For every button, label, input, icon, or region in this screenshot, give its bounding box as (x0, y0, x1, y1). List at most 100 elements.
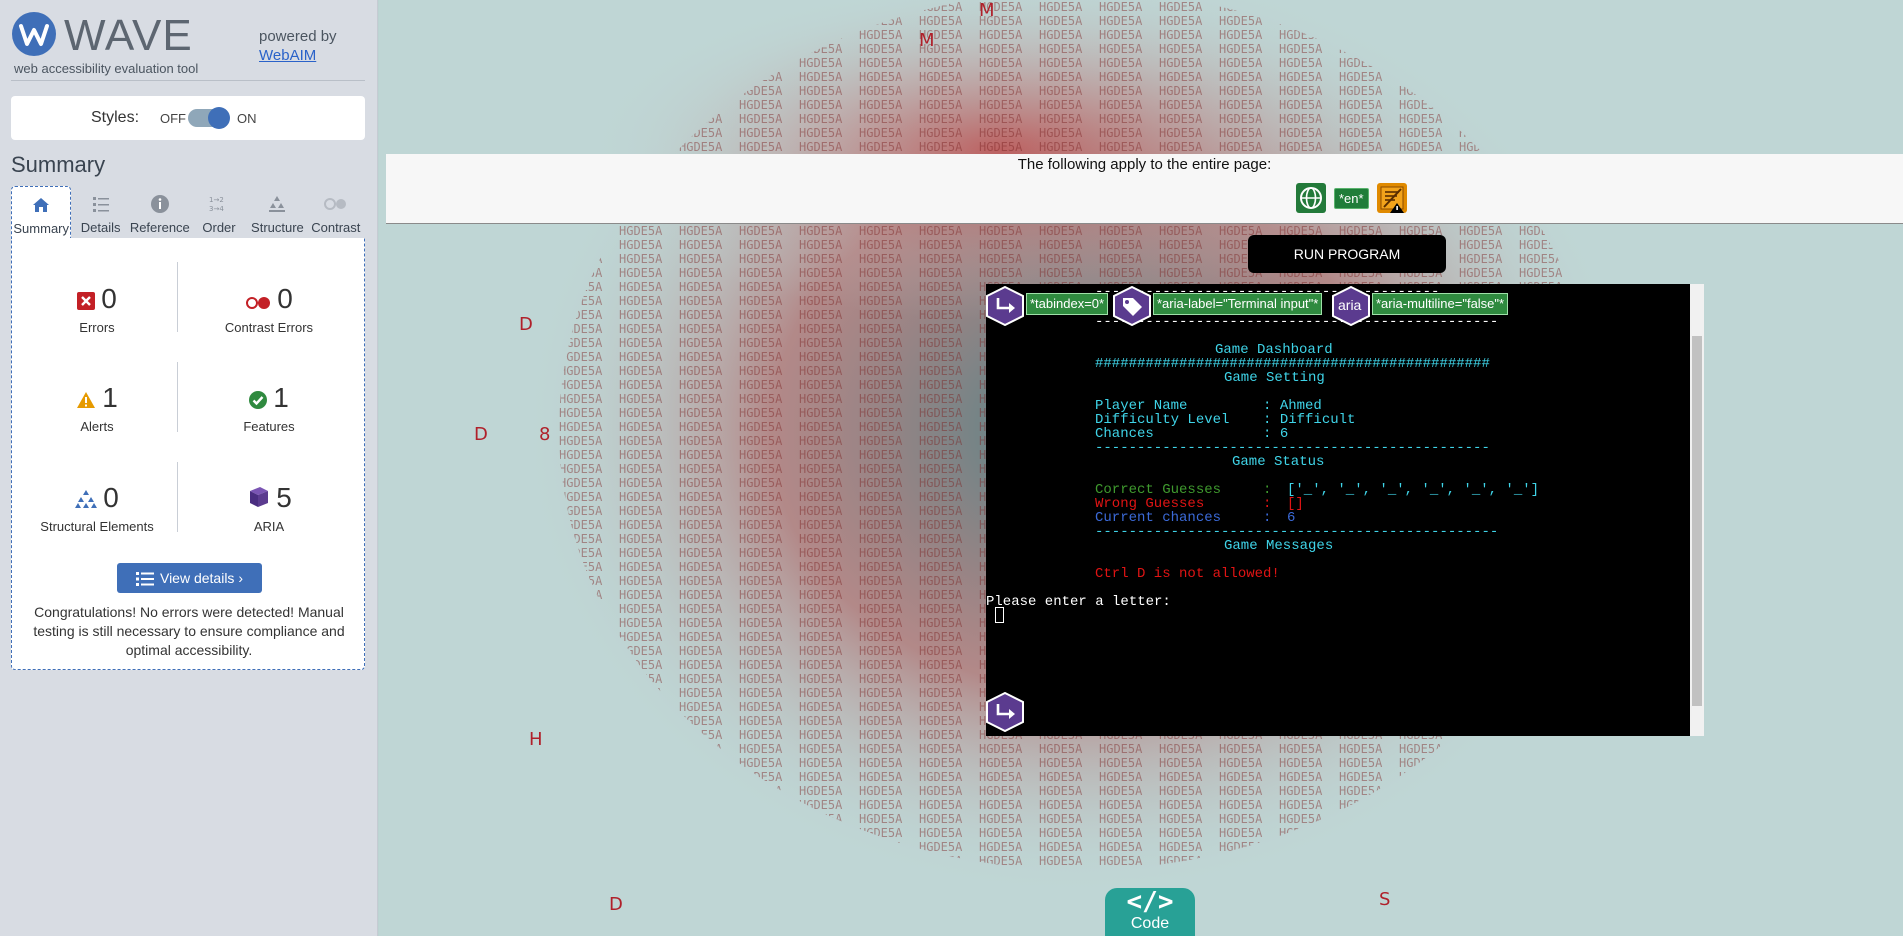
tab-label: Contrast (311, 220, 361, 235)
scrollbar-thumb[interactable] (1692, 336, 1702, 706)
tab-contrast[interactable]: Contrast (307, 186, 365, 238)
terminal-messages-title: Game Messages (1224, 538, 1334, 554)
contrast-icon (307, 194, 365, 216)
divider (11, 80, 365, 81)
view-details-label: View details › (159, 570, 243, 586)
aria-icon[interactable]: aria (1332, 285, 1370, 327)
svg-text:H: H (529, 729, 543, 750)
tab-reference[interactable]: Reference (130, 186, 190, 238)
tab-details[interactable]: Details (71, 186, 129, 238)
wave-sidebar: WAVE web accessibility evaluation tool p… (0, 0, 378, 936)
order-icon: 1→2 3→4 (190, 194, 248, 216)
list-icon (135, 572, 154, 586)
tab-label: Structure (251, 220, 304, 235)
structural-icon (75, 490, 98, 508)
run-program-button[interactable]: RUN PROGRAM (1248, 235, 1446, 273)
terminal-prompt: Please enter a letter: (986, 594, 1171, 610)
terminal-separator: ----------------------------------------… (1095, 314, 1499, 330)
svg-text:D: D (519, 314, 533, 335)
terminal-ctrl-message: Ctrl D is not allowed! (1095, 566, 1280, 582)
aria-icon-text: aria (1338, 297, 1362, 313)
alerts-label: Alerts (80, 419, 114, 434)
tab-summary[interactable]: Summary (11, 186, 72, 238)
aria-label-badge[interactable]: *aria-label="Terminal input"* (1153, 293, 1323, 315)
svg-text:S: S (1379, 889, 1390, 910)
aria-count: 5 (276, 482, 292, 513)
svg-text:3→4: 3→4 (209, 205, 224, 213)
stat-aria: 5 ARIA (184, 481, 354, 534)
powered-by-text: powered by (259, 28, 337, 45)
alert-icon (77, 392, 96, 408)
tab-label: Details (80, 220, 121, 235)
alerts-count: 1 (102, 382, 118, 413)
tabindex-icon[interactable] (986, 691, 1024, 733)
tab-structure[interactable]: Structure (248, 186, 306, 238)
stat-errors: 0 Errors (12, 282, 182, 335)
errors-count: 0 (101, 283, 117, 314)
contrast-errors-count: 0 (277, 283, 293, 314)
language-globe-icon[interactable] (1296, 183, 1326, 213)
summary-panel: 0 Errors 0 Contrast Errors 1 Alerts 1 Fe… (11, 238, 365, 670)
wave-logo-icon (12, 12, 56, 56)
code-label: Code (1130, 915, 1170, 932)
styles-toggle-box: Styles: OFF ON (11, 96, 365, 140)
feature-icon (249, 391, 268, 409)
terminal[interactable]: ----------------------------------------… (986, 284, 1704, 736)
aria-label-tag-icon[interactable] (1113, 285, 1151, 327)
stat-alerts: 1 Alerts (12, 381, 182, 434)
svg-text:8: 8 (539, 424, 550, 445)
terminal-correct-value: ['_', '_', '_', '_', '_', '_'] (1287, 482, 1540, 498)
structural-label: Structural Elements (40, 519, 154, 534)
styles-toggle[interactable] (188, 107, 230, 129)
errors-label: Errors (79, 320, 115, 335)
aria-label: ARIA (253, 519, 285, 534)
aria-multiline-badge[interactable]: *aria-multiline="false"* (1372, 293, 1509, 315)
toggle-knob (208, 107, 230, 129)
stat-contrast-errors: 0 Contrast Errors (184, 282, 354, 335)
tab-label: Order (202, 220, 236, 235)
structure-icon (248, 194, 306, 216)
svg-text:1→2: 1→2 (209, 196, 224, 204)
svg-text:D: D (474, 424, 488, 445)
terminal-cursor (995, 607, 1004, 623)
summary-heading: Summary (11, 152, 106, 177)
wave-title: WAVE (64, 11, 193, 60)
stat-separator (177, 462, 178, 532)
wave-logo: WAVE web accessibility evaluation tool p… (12, 10, 364, 76)
webaim-link[interactable]: WebAIM (259, 46, 337, 65)
tabindex-icon[interactable] (986, 285, 1024, 327)
tab-label: Reference (129, 220, 190, 235)
info-icon (130, 194, 190, 216)
powered-by: powered by WebAIM (259, 27, 337, 65)
svg-text:D: D (609, 894, 623, 915)
wave-subtitle: web accessibility evaluation tool (14, 61, 199, 76)
styles-on-label: ON (237, 111, 257, 126)
contrast-errors-label: Contrast Errors (224, 320, 314, 335)
svg-text:M: M (919, 30, 935, 51)
code-button[interactable]: </> Code (1105, 888, 1195, 936)
view-details-button[interactable]: View details › (117, 563, 262, 593)
svg-text:M: M (979, 0, 995, 21)
code-icon: </> (1126, 887, 1174, 917)
stat-separator (177, 262, 178, 332)
terminal-scrollbar[interactable] (1690, 284, 1704, 736)
styles-off-label: OFF (160, 111, 186, 126)
terminal-status-title: Game Status (1232, 454, 1325, 470)
error-icon (77, 292, 96, 310)
tab-label: Summary (13, 221, 70, 236)
stat-structural: 0 Structural Elements (12, 481, 182, 534)
features-count: 1 (273, 382, 289, 413)
stat-features: 1 Features (184, 381, 354, 434)
structure-alert-icon[interactable] (1376, 183, 1407, 213)
terminal-setting-title: Game Setting (1224, 370, 1325, 386)
language-en-badge[interactable]: *en* (1334, 187, 1369, 209)
tabindex-badge[interactable]: *tabindex=0* (1026, 293, 1109, 315)
congrats-message: Congratulations! No errors were detected… (33, 604, 345, 658)
wave-tabs: Summary Details Reference 1→2 3→4 Order S… (11, 186, 365, 238)
page-level-icons: *en* (1296, 180, 1407, 216)
tab-order[interactable]: 1→2 3→4 Order (190, 186, 248, 238)
home-icon (12, 195, 70, 217)
banner-text: The following apply to the entire page: (1017, 156, 1272, 173)
contrast-error-icon (246, 297, 271, 309)
evaluated-page: HGDE5A DD8 HDB OMM DSE The following app… (379, 0, 1903, 936)
